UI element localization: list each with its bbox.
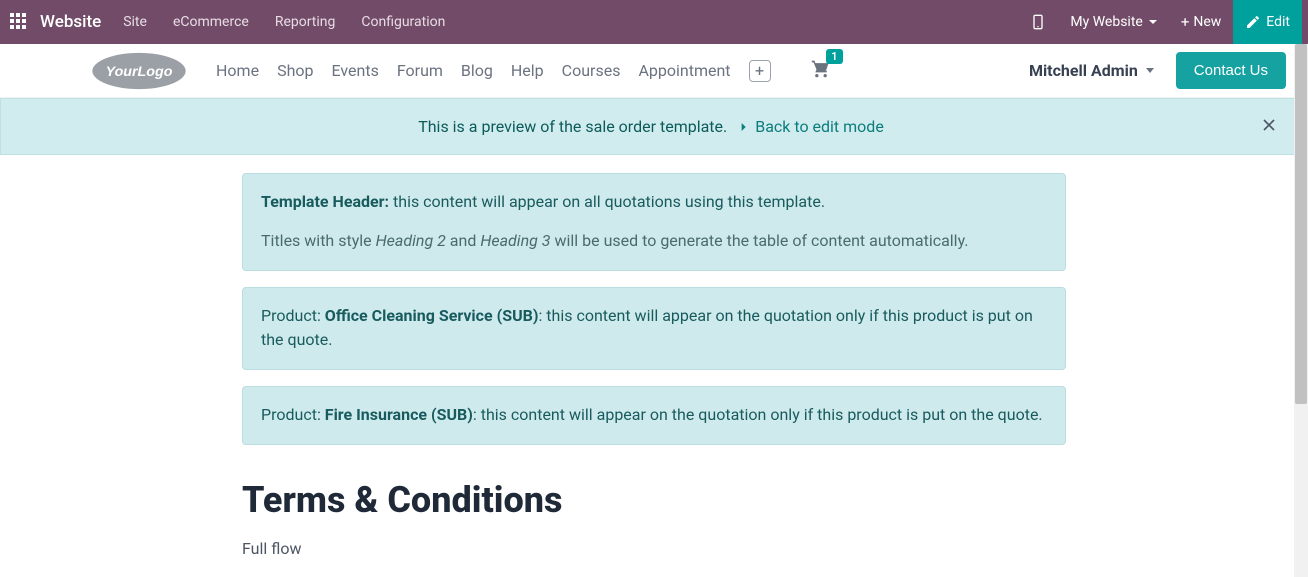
heading2-style: Heading 2 <box>376 231 446 250</box>
close-banner-button[interactable] <box>1259 115 1279 139</box>
site-navbar: YourLogo Home Shop Events Forum Blog Hel… <box>0 44 1308 98</box>
apps-icon[interactable] <box>10 13 28 31</box>
terms-body: Full flow <box>242 539 1066 558</box>
nav-forum[interactable]: Forum <box>397 61 443 80</box>
product-name-2: Fire Insurance (SUB) <box>325 405 473 424</box>
my-website-dropdown[interactable]: My Website <box>1058 0 1168 44</box>
heading3-style: Heading 3 <box>480 231 550 250</box>
product-box-2: Product: Fire Insurance (SUB): this cont… <box>242 386 1066 445</box>
cart-button[interactable]: 1 <box>811 59 831 83</box>
product-box-1: Product: Office Cleaning Service (SUB): … <box>242 287 1066 371</box>
page-content: Template Header: this content will appea… <box>0 155 1308 558</box>
new-button[interactable]: + New <box>1169 0 1233 44</box>
menu-reporting[interactable]: Reporting <box>275 14 336 30</box>
app-title[interactable]: Website <box>40 12 101 32</box>
back-to-edit-link[interactable]: Back to edit mode <box>733 117 884 136</box>
menu-configuration[interactable]: Configuration <box>361 14 445 30</box>
template-header-text: this content will appear on all quotatio… <box>389 192 825 211</box>
edit-label: Edit <box>1266 14 1290 30</box>
new-label: New <box>1193 14 1221 30</box>
plus-icon: + <box>1181 13 1190 31</box>
mobile-icon <box>1030 14 1046 30</box>
preview-text: This is a preview of the sale order temp… <box>418 117 727 136</box>
user-menu[interactable]: Mitchell Admin <box>1029 61 1154 80</box>
svg-text:YourLogo: YourLogo <box>106 63 173 79</box>
product-text-2: : this content will appear on the quotat… <box>473 405 1043 424</box>
menu-ecommerce[interactable]: eCommerce <box>173 14 249 30</box>
nav-appointment[interactable]: Appointment <box>638 61 730 80</box>
header-sub-pre: Titles with style <box>261 231 376 250</box>
menu-site[interactable]: Site <box>123 14 147 30</box>
top-right-actions: My Website + New Edit <box>1018 0 1302 44</box>
product-label-1: Product: <box>261 306 325 325</box>
nav-help[interactable]: Help <box>511 61 544 80</box>
template-header-box: Template Header: this content will appea… <box>242 173 1066 271</box>
user-label: Mitchell Admin <box>1029 61 1138 80</box>
nav-events[interactable]: Events <box>331 61 378 80</box>
edit-button[interactable]: Edit <box>1233 0 1302 44</box>
cart-badge: 1 <box>826 49 842 64</box>
nav-home[interactable]: Home <box>216 61 259 80</box>
contact-us-button[interactable]: Contact Us <box>1176 52 1286 89</box>
product-name-1: Office Cleaning Service (SUB) <box>325 306 539 325</box>
nav-shop[interactable]: Shop <box>277 61 313 80</box>
template-header-label: Template Header: <box>261 192 389 211</box>
product-label-2: Product: <box>261 405 325 424</box>
scrollbar-thumb[interactable] <box>1295 44 1307 404</box>
preview-banner: This is a preview of the sale order temp… <box>0 98 1302 155</box>
header-and: and <box>446 231 481 250</box>
back-label: Back to edit mode <box>755 117 884 136</box>
pencil-icon <box>1245 14 1261 30</box>
close-icon <box>1259 115 1279 135</box>
logo[interactable]: YourLogo <box>90 51 188 91</box>
nav-courses[interactable]: Courses <box>562 61 621 80</box>
nav-blog[interactable]: Blog <box>461 61 493 80</box>
arrow-right-icon <box>735 119 751 135</box>
top-menu-bar: Website Site eCommerce Reporting Configu… <box>0 0 1308 44</box>
my-website-label: My Website <box>1070 14 1142 30</box>
header-sub-post: will be used to generate the table of co… <box>551 231 969 250</box>
add-menu-button[interactable]: + <box>749 60 771 82</box>
terms-title: Terms & Conditions <box>242 479 1066 521</box>
mobile-preview-button[interactable] <box>1018 0 1058 44</box>
nav-links: Home Shop Events Forum Blog Help Courses… <box>216 60 771 82</box>
top-menu: Site eCommerce Reporting Configuration <box>123 14 445 30</box>
